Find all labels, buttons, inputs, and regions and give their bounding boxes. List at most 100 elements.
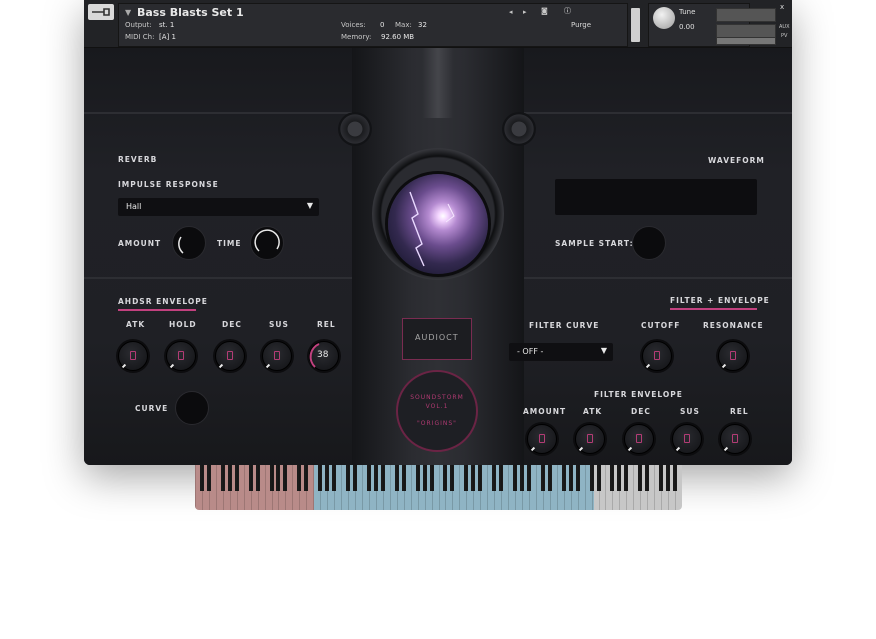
ahdsr-hold-knob[interactable] (164, 339, 198, 373)
curve-knob[interactable] (175, 391, 209, 425)
filter-env-release-knob[interactable] (718, 422, 752, 456)
white-key[interactable] (612, 465, 614, 510)
tune-value[interactable]: 0.00 (679, 23, 695, 31)
white-key[interactable] (285, 465, 287, 510)
white-key[interactable] (431, 465, 433, 510)
white-key[interactable] (313, 465, 315, 510)
white-key[interactable] (222, 465, 224, 510)
white-key[interactable] (459, 465, 461, 510)
prev-arrow-icon[interactable]: ◂ (509, 8, 513, 16)
white-key[interactable] (438, 465, 440, 510)
white-key[interactable] (299, 465, 301, 510)
next-arrow-icon[interactable]: ▸ (523, 8, 527, 16)
white-key[interactable] (410, 465, 412, 510)
max-voices-value[interactable]: 32 (418, 21, 427, 29)
filter-env-amount-knob[interactable] (525, 422, 559, 456)
impulse-response-dropdown[interactable]: Hall ▼ (118, 198, 319, 216)
white-key[interactable] (208, 465, 210, 510)
white-key[interactable] (535, 465, 537, 510)
white-key[interactable] (368, 465, 370, 510)
white-key[interactable] (473, 465, 475, 510)
white-key[interactable] (382, 465, 384, 510)
white-key[interactable] (264, 465, 266, 510)
resonance-knob[interactable] (716, 339, 750, 373)
piano-keyboard[interactable] (195, 465, 682, 510)
camera-icon[interactable]: ◙ (541, 7, 548, 15)
reverb-time-knob[interactable] (250, 226, 284, 260)
white-key[interactable] (584, 465, 586, 510)
white-key[interactable] (508, 465, 510, 510)
sample-start-knob[interactable] (632, 226, 666, 260)
white-key[interactable] (563, 465, 565, 510)
ahdsr-decay-knob[interactable] (213, 339, 247, 373)
white-key[interactable] (361, 465, 363, 510)
white-key[interactable] (466, 465, 468, 510)
white-key[interactable] (445, 465, 447, 510)
white-key[interactable] (417, 465, 419, 510)
wrench-icon[interactable] (88, 4, 114, 20)
white-key[interactable] (480, 465, 482, 510)
white-key[interactable] (633, 465, 635, 510)
white-key[interactable] (494, 465, 496, 510)
collapse-arrow-icon[interactable]: ▼ (125, 8, 131, 17)
white-key[interactable] (229, 465, 231, 510)
white-key[interactable] (501, 465, 503, 510)
white-key[interactable] (605, 465, 607, 510)
white-key[interactable] (201, 465, 203, 510)
white-key[interactable] (542, 465, 544, 510)
white-key[interactable] (341, 465, 343, 510)
white-key[interactable] (236, 465, 238, 510)
ahdsr-attack-knob[interactable] (116, 339, 150, 373)
white-key[interactable] (334, 465, 336, 510)
white-key[interactable] (640, 465, 642, 510)
white-key[interactable] (556, 465, 558, 510)
purge-button[interactable]: Purge (571, 21, 591, 29)
white-key[interactable] (278, 465, 280, 510)
info-icon[interactable]: ⓘ (564, 6, 571, 16)
filter-env-sustain-knob[interactable] (670, 422, 704, 456)
white-key[interactable] (487, 465, 489, 510)
ahdsr-release-knob[interactable]: 38 (307, 339, 341, 373)
white-key[interactable] (424, 465, 426, 510)
white-key[interactable] (348, 465, 350, 510)
white-key[interactable] (375, 465, 377, 510)
white-key[interactable] (257, 465, 259, 510)
ahdsr-sustain-knob[interactable] (260, 339, 294, 373)
filter-curve-dropdown[interactable]: - OFF - ▼ (509, 343, 613, 361)
white-key[interactable] (598, 465, 600, 510)
white-key[interactable] (654, 465, 656, 510)
white-key[interactable] (577, 465, 579, 510)
white-key[interactable] (661, 465, 663, 510)
solo-mute-strip[interactable] (631, 8, 640, 42)
white-key[interactable] (195, 465, 196, 510)
white-key[interactable] (306, 465, 308, 510)
white-key[interactable] (626, 465, 628, 510)
white-key[interactable] (619, 465, 621, 510)
white-key[interactable] (668, 465, 670, 510)
instrument-title[interactable]: Bass Blasts Set 1 (137, 6, 244, 19)
close-button[interactable]: x (780, 3, 784, 11)
white-key[interactable] (389, 465, 391, 510)
white-key[interactable] (271, 465, 273, 510)
white-key[interactable] (320, 465, 322, 510)
output-value[interactable]: st. 1 (159, 21, 174, 29)
white-key[interactable] (570, 465, 572, 510)
white-key[interactable] (403, 465, 405, 510)
midi-channel-value[interactable]: [A] 1 (159, 33, 176, 41)
filter-env-attack-knob[interactable] (573, 422, 607, 456)
aux-button[interactable]: AUX (779, 24, 790, 30)
white-key[interactable] (647, 465, 649, 510)
white-key[interactable] (250, 465, 252, 510)
white-key[interactable] (355, 465, 356, 510)
filter-env-decay-knob[interactable] (622, 422, 656, 456)
white-key[interactable] (521, 465, 523, 510)
white-key[interactable] (591, 465, 593, 510)
white-key[interactable] (292, 465, 294, 510)
white-key[interactable] (549, 465, 551, 510)
white-key[interactable] (452, 465, 454, 510)
volume-slider[interactable] (716, 37, 776, 45)
white-key[interactable] (515, 465, 517, 510)
white-key[interactable] (675, 465, 677, 510)
white-key[interactable] (243, 465, 245, 510)
white-key[interactable] (396, 465, 398, 510)
